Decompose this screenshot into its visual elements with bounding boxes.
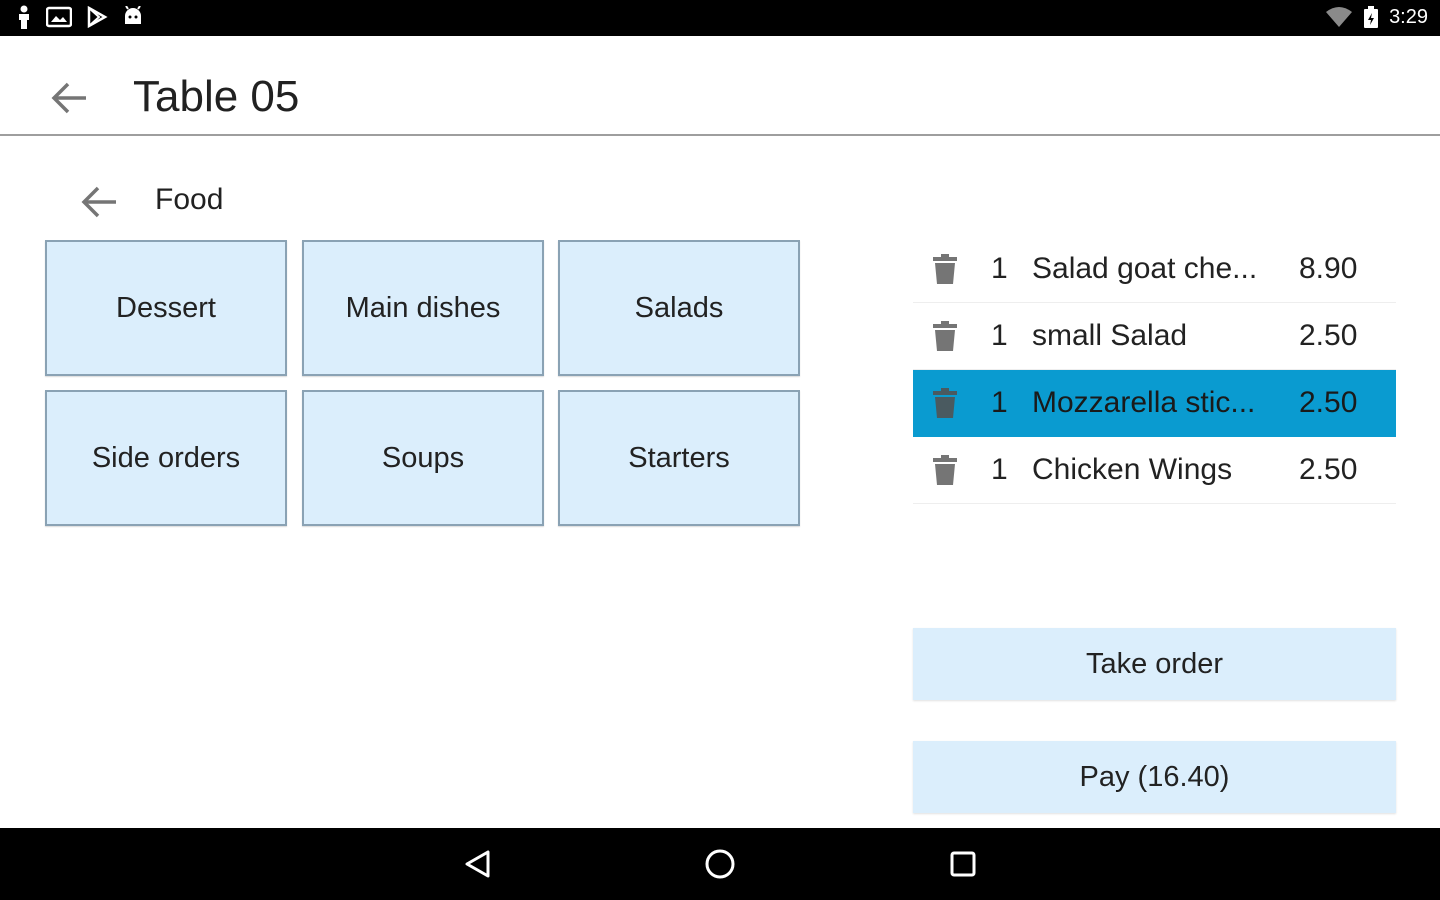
photo-icon — [46, 6, 72, 28]
order-row[interactable]: 1 small Salad 2.50 — [913, 303, 1396, 370]
person-icon — [19, 5, 29, 29]
category-tile-side-orders[interactable]: Side orders — [45, 390, 287, 526]
status-left-icons — [16, 5, 144, 29]
trash-icon[interactable] — [931, 387, 959, 419]
battery-icon — [1364, 6, 1379, 28]
category-grid: Dessert Main dishes Salads Side orders S… — [45, 240, 800, 526]
category-tile-main-dishes[interactable]: Main dishes — [302, 240, 544, 376]
order-qty: 1 — [991, 453, 1008, 486]
system-nav-bar — [0, 828, 1440, 900]
order-name: small Salad — [1032, 319, 1188, 352]
recents-square-icon[interactable] — [943, 844, 983, 884]
page-title: Table 05 — [133, 72, 300, 121]
arrow-back-icon[interactable] — [50, 78, 90, 118]
home-circle-icon[interactable] — [700, 844, 740, 884]
back-triangle-icon[interactable] — [458, 844, 498, 884]
category-tile-starters[interactable]: Starters — [558, 390, 800, 526]
order-qty: 1 — [991, 319, 1008, 352]
category-tile-dessert[interactable]: Dessert — [45, 240, 287, 376]
order-name: Mozzarella stic... — [1032, 386, 1256, 419]
status-bar: 3:29 — [0, 0, 1440, 36]
order-row[interactable]: 1 Salad goat che... 8.90 — [913, 236, 1396, 303]
order-qty: 1 — [991, 386, 1008, 419]
breadcrumb-label: Food — [155, 183, 224, 216]
order-row[interactable]: 1 Chicken Wings 2.50 — [913, 437, 1396, 504]
category-back-icon[interactable] — [80, 182, 120, 222]
trash-icon[interactable] — [931, 253, 959, 285]
wifi-icon — [1326, 7, 1353, 27]
status-time: 3:29 — [1389, 5, 1428, 28]
order-name: Chicken Wings — [1032, 453, 1233, 486]
order-price: 2.50 — [1299, 453, 1358, 486]
order-list: 1 Salad goat che... 8.90 1 small Salad 2… — [913, 236, 1396, 504]
order-price: 2.50 — [1299, 319, 1358, 352]
status-right-icons: 3:29 — [1325, 5, 1428, 29]
order-name: Salad goat che... — [1032, 252, 1258, 285]
order-qty: 1 — [991, 252, 1008, 285]
category-tile-soups[interactable]: Soups — [302, 390, 544, 526]
pay-button[interactable]: Pay (16.40) — [913, 741, 1396, 813]
app-bar: Table 05 — [0, 36, 1440, 136]
play-store-icon — [87, 6, 108, 28]
trash-icon[interactable] — [931, 454, 959, 486]
order-row-selected[interactable]: 1 Mozzarella stic... 2.50 — [913, 370, 1396, 437]
android-icon — [125, 6, 141, 24]
trash-icon[interactable] — [931, 320, 959, 352]
order-price: 8.90 — [1299, 252, 1358, 285]
take-order-button[interactable]: Take order — [913, 628, 1396, 700]
order-price: 2.50 — [1299, 386, 1358, 419]
category-tile-salads[interactable]: Salads — [558, 240, 800, 376]
